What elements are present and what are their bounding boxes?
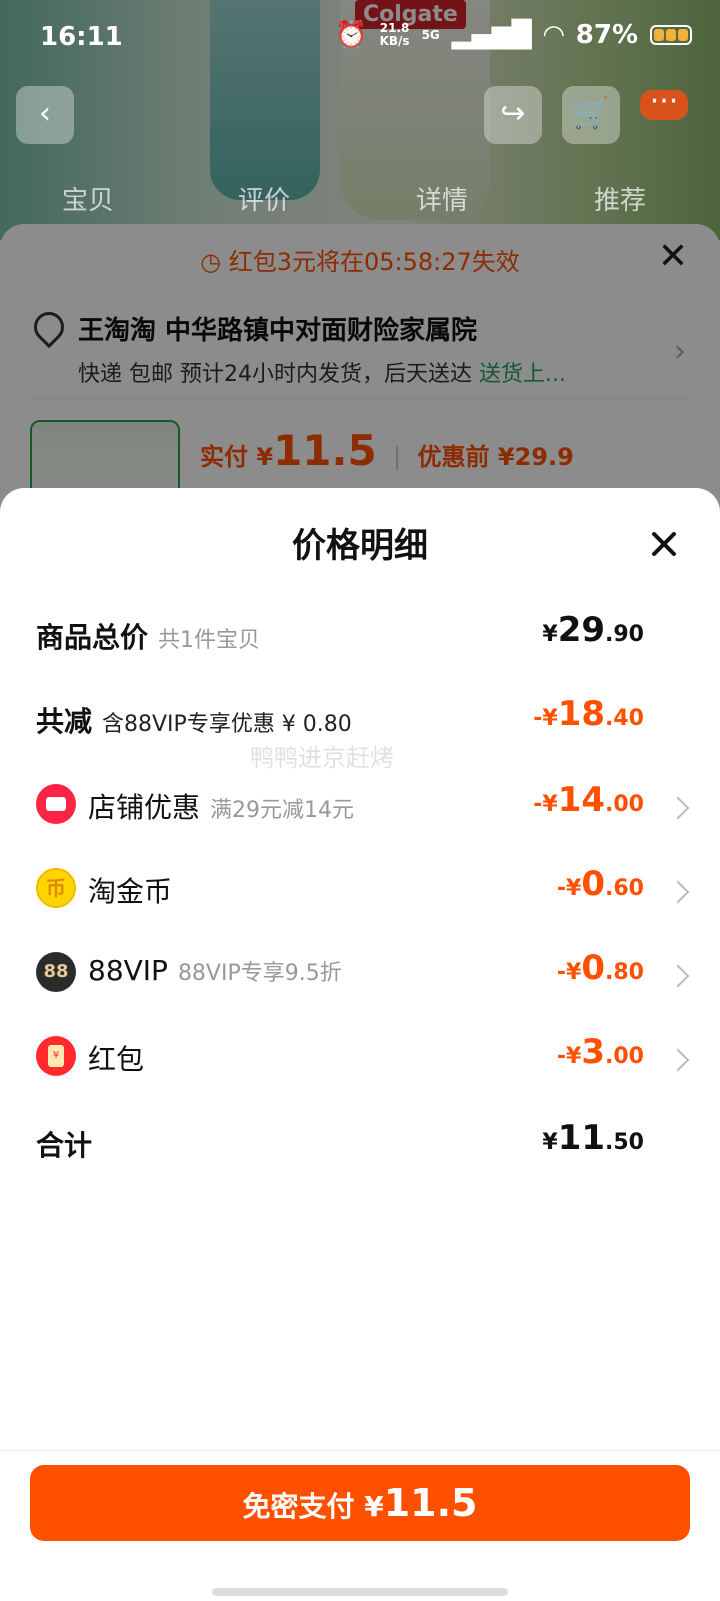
status-icons: ⏰ 21.8 KB/s 5G ▂▄▆█ ◠ 87% <box>335 20 692 50</box>
amount-int: 29 <box>557 610 606 650</box>
tab-detail[interactable]: 详情 <box>416 180 468 217</box>
minus-sign: - <box>533 792 543 817</box>
row-label: 共减 含88VIP专享优惠 ¥ 0.80 <box>36 700 352 740</box>
row-label: 店铺优惠 满29元减14元 <box>88 786 354 826</box>
product-nav-bar: ‹ ↪ 🛒 ··· <box>0 86 720 156</box>
amount-int: 11 <box>557 1118 606 1158</box>
label-text: 店铺优惠 <box>88 791 201 824</box>
amount-dec: .00 <box>605 792 644 817</box>
wifi-icon: ◠ <box>543 20 564 50</box>
amount-int: 0 <box>581 948 606 988</box>
amount-dec: .80 <box>605 960 644 985</box>
label-text: 88VIP <box>88 954 168 987</box>
minus-sign: - <box>556 876 567 901</box>
row-label: 淘金币 <box>88 870 172 910</box>
minus-sign: - <box>533 706 543 731</box>
share-icon[interactable]: ↪ <box>484 86 542 144</box>
currency: ¥ <box>542 706 558 731</box>
currency: ¥ <box>542 792 558 817</box>
tao-coin-icon: 币 <box>36 868 76 908</box>
pay-amount: 11.5 <box>383 1481 478 1525</box>
row-note: 满29元减14元 <box>210 798 355 823</box>
tab-review[interactable]: 评价 <box>238 180 290 217</box>
signal-icon: ▂▄▆█ <box>451 20 532 50</box>
amount-int: 18 <box>557 694 606 734</box>
row-label: 合计 <box>36 1124 92 1164</box>
row-amount: ¥29.90 <box>542 610 644 650</box>
bottom-bar: 免密支付 ¥11.5 <box>0 1450 720 1601</box>
amount-dec: .90 <box>605 622 644 647</box>
amount-dec: .60 <box>605 876 644 901</box>
amount-int: 3 <box>581 1032 606 1072</box>
row-amount: -¥0.80 <box>557 948 644 988</box>
currency: ¥ <box>542 1130 558 1155</box>
amount-int: 14 <box>557 780 606 820</box>
row-amount: -¥18.40 <box>533 694 644 734</box>
currency: ¥ <box>542 622 558 647</box>
back-icon[interactable]: ‹ <box>16 86 74 144</box>
row-label: 商品总价 共1件宝贝 <box>36 616 260 656</box>
row-note: 共1件宝贝 <box>158 628 261 653</box>
label-text: 合计 <box>36 1129 93 1162</box>
price-detail-sheet: 价格明细 鸭鸭进京赶烤 商品总价 共1件宝贝 ¥29.90 共减 含88VIP专享优… <box>0 488 720 1600</box>
cart-icon[interactable]: 🛒 <box>562 86 620 144</box>
chevron-right-icon[interactable] <box>666 796 690 820</box>
row-88vip[interactable]: 88 88VIP 88VIP专享9.5折 -¥0.80 <box>0 944 720 1004</box>
network-speed: 21.8 KB/s <box>380 22 410 48</box>
battery-icon <box>650 25 692 45</box>
pay-currency: ¥ <box>364 1490 384 1523</box>
red-packet-icon: ¥ <box>36 1036 76 1076</box>
row-label: 88VIP 88VIP专享9.5折 <box>88 954 342 987</box>
pay-label: 免密支付 <box>242 1490 355 1523</box>
row-amount: -¥14.00 <box>533 780 644 820</box>
row-red-packet[interactable]: ¥ 红包 -¥3.00 <box>0 1028 720 1088</box>
tab-recommend[interactable]: 推荐 <box>594 180 646 217</box>
network-type: 5G <box>421 28 440 42</box>
speed-unit: KB/s <box>379 34 410 48</box>
row-shop-discount[interactable]: 店铺优惠 满29元减14元 -¥14.00 <box>0 776 720 836</box>
currency: ¥ <box>566 960 582 985</box>
minus-sign: - <box>556 1044 567 1069</box>
label-text: 商品总价 <box>36 621 149 654</box>
row-label: 红包 <box>88 1038 144 1078</box>
close-icon[interactable] <box>644 524 684 564</box>
row-total-discount: 共减 含88VIP专享优惠 ¥ 0.80 -¥18.40 <box>0 690 720 750</box>
pay-button[interactable]: 免密支付 ¥11.5 <box>30 1465 690 1541</box>
alarm-icon: ⏰ <box>335 20 368 50</box>
currency: ¥ <box>566 876 582 901</box>
row-note: 88VIP专享9.5折 <box>177 961 342 986</box>
row-amount: ¥11.50 <box>542 1118 644 1158</box>
home-indicator[interactable] <box>212 1588 508 1596</box>
currency: ¥ <box>566 1044 582 1069</box>
more-icon[interactable]: ··· <box>640 87 688 120</box>
row-grand-total: 合计 ¥11.50 <box>0 1114 720 1174</box>
row-amount: -¥3.00 <box>557 1032 644 1072</box>
row-note: 含88VIP专享优惠 ¥ 0.80 <box>102 712 352 737</box>
vip-88-icon: 88 <box>36 952 76 992</box>
label-text: 淘金币 <box>88 875 173 908</box>
row-tao-coin[interactable]: 币 淘金币 -¥0.60 <box>0 860 720 920</box>
amount-dec: .50 <box>605 1130 644 1155</box>
tab-item[interactable]: 宝贝 <box>62 180 114 217</box>
label-text: 共减 <box>36 705 93 738</box>
status-time: 16:11 <box>40 22 123 52</box>
status-bar: 16:11 ⏰ 21.8 KB/s 5G ▂▄▆█ ◠ 87% <box>0 0 720 76</box>
amount-dec: .00 <box>605 1044 644 1069</box>
chevron-right-icon[interactable] <box>666 964 690 988</box>
label-text: 红包 <box>88 1043 145 1076</box>
sheet-title: 价格明细 <box>292 526 428 566</box>
product-tabs: 宝贝 评价 详情 推荐 <box>0 170 720 220</box>
row-amount: -¥0.60 <box>557 864 644 904</box>
minus-sign: - <box>556 960 567 985</box>
shop-coupon-icon <box>36 784 76 824</box>
chevron-right-icon[interactable] <box>666 880 690 904</box>
battery-percent: 87% <box>575 20 638 50</box>
amount-int: 0 <box>581 864 606 904</box>
amount-dec: .40 <box>605 706 644 731</box>
chevron-right-icon[interactable] <box>666 1048 690 1072</box>
row-goods-total: 商品总价 共1件宝贝 ¥29.90 <box>0 606 720 666</box>
